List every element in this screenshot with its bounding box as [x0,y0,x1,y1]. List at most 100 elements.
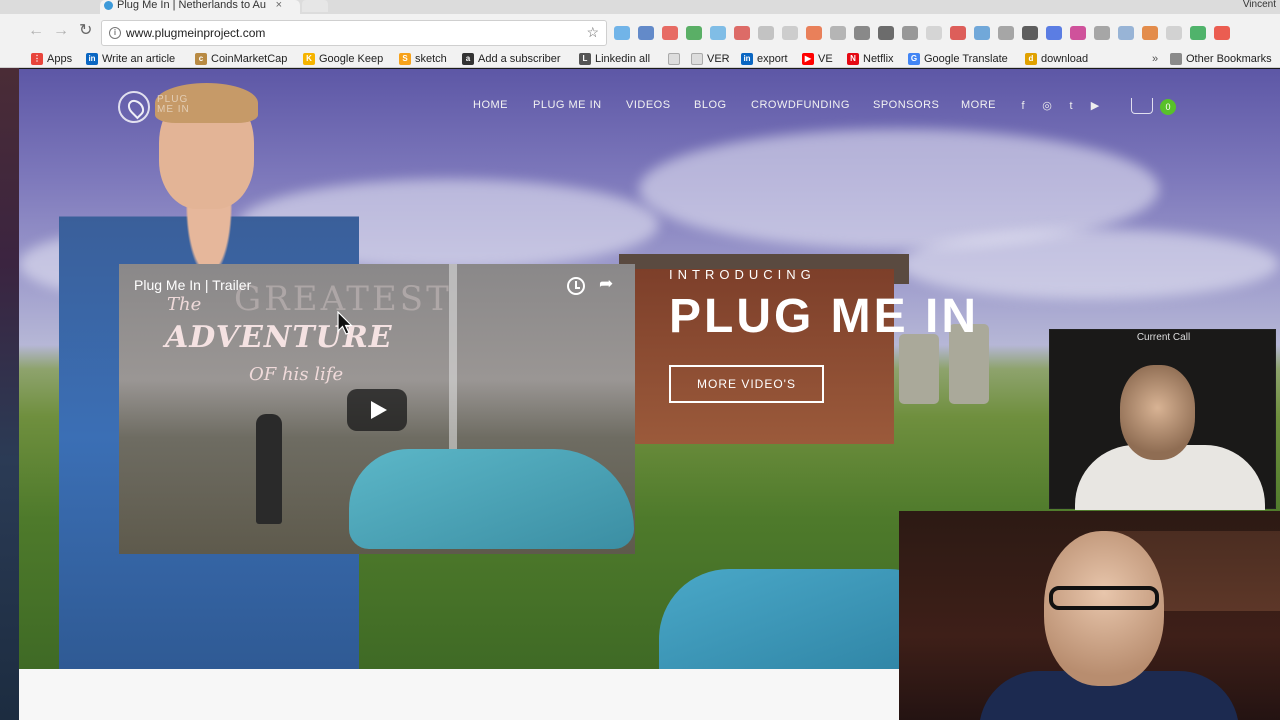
bookmark-google-keep[interactable]: K Google Keep [303,51,383,67]
shopping-cart-icon[interactable] [1131,98,1153,114]
extension-icon[interactable] [686,26,702,40]
bookmark-linkedin-all[interactable]: L Linkedin all [579,51,650,67]
other-bookmarks[interactable]: Other Bookmarks [1170,51,1272,67]
play-button[interactable] [347,389,407,431]
extension-icon[interactable] [1118,26,1134,40]
current-call-window[interactable]: Current Call [1049,329,1276,510]
bookmark-add-subscriber[interactable]: a Add a subscriber [462,51,561,67]
tab-strip: Plug Me In | Netherlands to Au × Vincent [0,0,1280,14]
bookmark-google-translate[interactable]: G Google Translate [908,51,1008,67]
browser-tab[interactable]: Plug Me In | Netherlands to Au × [100,0,300,14]
bookmark-netflix[interactable]: N Netflix [847,51,894,67]
nav-home[interactable]: HOME [473,99,508,111]
nav-plug-me-in[interactable]: PLUG ME IN [533,99,602,111]
hero-title: PLUG ME IN [669,290,980,343]
extension-icon[interactable] [1070,26,1086,40]
tab-title: Plug Me In | Netherlands to Au [117,0,266,11]
sketch-icon: S [399,53,411,65]
instagram-icon[interactable]: ◎ [1041,100,1053,112]
bookmark-sketch[interactable]: Ssketch [399,51,447,67]
extension-icon[interactable] [662,26,678,40]
extension-icon[interactable] [614,26,630,40]
folder-icon [1170,53,1182,65]
youtube-icon[interactable]: ▶ [1089,100,1101,112]
hero-intro: INTRODUCING [669,267,816,282]
extension-icon[interactable] [854,26,870,40]
bookmark-write-article[interactable]: in Write an article [86,51,175,67]
extension-icon[interactable] [806,26,822,40]
extension-icon[interactable] [878,26,894,40]
reload-icon[interactable]: ↻ [79,23,92,39]
watch-later-icon[interactable] [567,277,585,295]
download-icon: d [1025,53,1037,65]
profile-name[interactable]: Vincent [1243,0,1276,10]
back-icon[interactable]: ← [28,23,44,39]
site-logo-text[interactable]: PLUG ME IN [157,95,190,115]
site-logo-icon[interactable] [118,91,150,123]
extension-icon[interactable] [1094,26,1110,40]
extension-icon[interactable] [974,26,990,40]
bookmark-coinmarketcap[interactable]: c CoinMarketCap [195,51,287,67]
share-icon[interactable]: ➦ [599,274,613,294]
extension-icon[interactable] [638,26,654,40]
bookmark-apps[interactable]: ⋮ Apps [31,51,72,67]
extension-icon[interactable] [830,26,846,40]
new-tab-button[interactable] [302,0,328,12]
extension-icon[interactable] [734,26,750,40]
linkedin-icon: in [741,53,753,65]
extension-icon[interactable] [998,26,1014,40]
address-bar[interactable]: i www.plugmeinproject.com ☆ [101,20,607,46]
extension-icon[interactable] [1190,26,1206,40]
extension-icon[interactable] [758,26,774,40]
linkedin-all-icon: L [579,53,591,65]
extension-icon[interactable] [1022,26,1038,40]
page-icon [691,53,703,65]
video-person [256,414,282,524]
extension-icon[interactable] [950,26,966,40]
menu-icon[interactable] [1214,26,1230,40]
forward-icon[interactable]: → [53,23,69,39]
site-favicon-icon [104,1,113,10]
extension-icon[interactable] [902,26,918,40]
bookmark-blank[interactable] [668,51,680,67]
nav-sponsors[interactable]: SPONSORS [873,99,939,111]
facebook-icon[interactable]: f [1017,100,1029,112]
mouse-cursor-icon [337,311,353,335]
twitter-icon[interactable]: t [1065,100,1077,112]
google-translate-icon: G [908,53,920,65]
extension-icon[interactable] [1142,26,1158,40]
mailchimp-icon: a [462,53,474,65]
bookmark-export[interactable]: in export [741,51,788,67]
address-bar-url: www.plugmeinproject.com [126,26,266,40]
extension-icon[interactable] [1046,26,1062,40]
more-videos-button[interactable]: MORE VIDEO'S [669,365,824,403]
extension-icon[interactable] [1166,26,1182,40]
video-text-the: The [167,294,202,315]
page-icon [668,53,680,65]
nav-crowdfunding[interactable]: CROWDFUNDING [751,99,850,111]
bookmark-ver[interactable]: VER [691,51,730,67]
extension-icons [614,26,1230,42]
google-keep-icon: K [303,53,315,65]
tab-close-icon[interactable]: × [276,0,282,11]
cart-count-badge: 0 [1160,99,1176,115]
bookmark-star-icon[interactable]: ☆ [586,24,599,41]
nav-blog[interactable]: BLOG [694,99,727,111]
bookmark-download[interactable]: d download [1025,51,1088,67]
video-text-adventure: ADVENTURE [165,320,393,355]
bookmark-ve[interactable]: ▶ VE [802,51,833,67]
extension-icon[interactable] [926,26,942,40]
extension-icon[interactable] [710,26,726,40]
embedded-video[interactable]: GREATEST The ADVENTURE OF his life Plug … [119,264,635,554]
self-view-window[interactable] [899,511,1280,720]
self-glasses [1049,586,1159,610]
extension-icon[interactable] [782,26,798,40]
bookmarks-overflow-icon[interactable]: » [1152,51,1158,67]
site-info-icon[interactable]: i [109,27,121,39]
video-title[interactable]: Plug Me In | Trailer [134,277,251,293]
apps-grid-icon: ⋮ [31,53,43,65]
screen: Plug Me In | Netherlands to Au × Vincent… [0,0,1280,720]
nav-videos[interactable]: VIDEOS [626,99,671,111]
linkedin-icon: in [86,53,98,65]
nav-more[interactable]: MORE [961,99,996,111]
